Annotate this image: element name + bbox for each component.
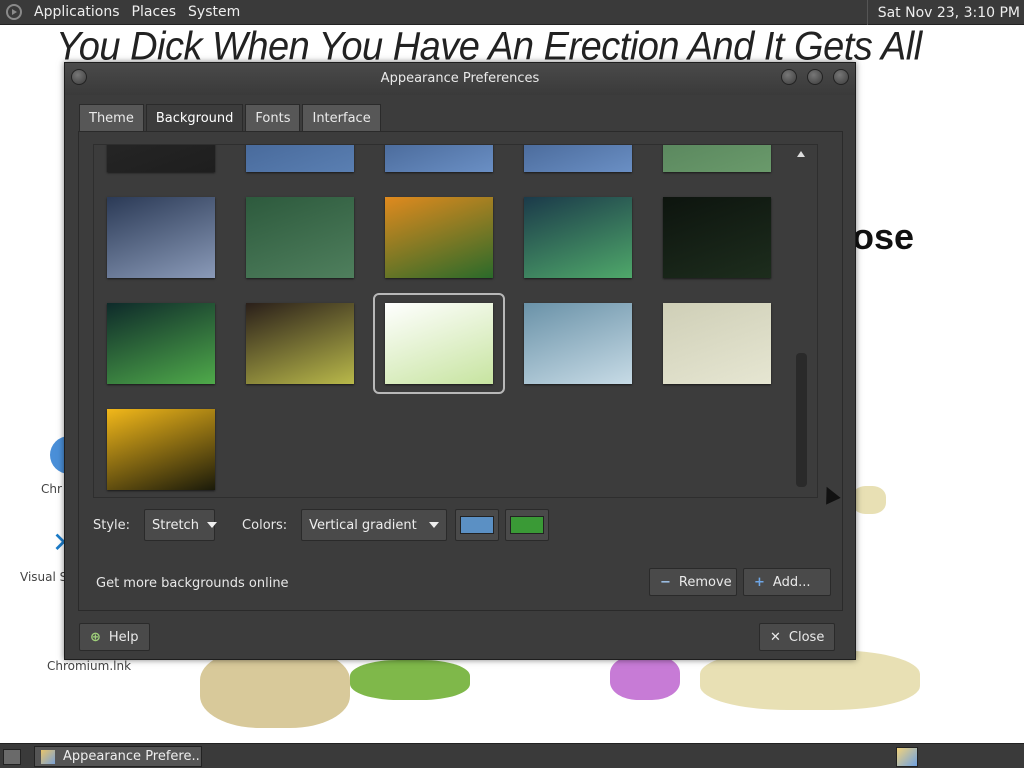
- background-thumbnail-dark-forest[interactable]: [663, 197, 771, 278]
- plus-icon: +: [754, 574, 765, 590]
- secondary-color-swatch: [510, 516, 545, 534]
- add-button-label: Add...: [772, 574, 811, 590]
- workspace-switcher-icon[interactable]: [896, 747, 918, 767]
- chevron-down-icon: [206, 522, 217, 528]
- gallery-scrollbar[interactable]: [795, 151, 807, 497]
- style-colors-row: Style: Stretch Colors: Vertical gradient: [93, 508, 833, 542]
- style-dropdown[interactable]: Stretch: [144, 509, 217, 541]
- background-blob-olive: [200, 648, 350, 728]
- background-thumbnail-blue-swirl[interactable]: [524, 303, 632, 384]
- distro-logo-icon[interactable]: [6, 4, 22, 20]
- places-menu[interactable]: Places: [126, 4, 183, 20]
- window-title: Appearance Preferences: [380, 71, 540, 86]
- close-icon: ✕: [770, 629, 781, 645]
- applications-menu[interactable]: Applications: [28, 4, 126, 20]
- panel-menu-bar: Applications Places System: [0, 0, 252, 24]
- minus-icon: −: [660, 574, 671, 590]
- gallery-actions-row: Get more backgrounds online − Remove + A…: [93, 568, 833, 600]
- secondary-color-button[interactable]: [505, 509, 550, 541]
- close-button[interactable]: ✕ Close: [759, 623, 836, 651]
- background-tab-panel: Style: Stretch Colors: Vertical gradient…: [78, 131, 843, 611]
- window-close-icon[interactable]: [833, 69, 849, 85]
- desktop-icon-label-chromium[interactable]: Chr: [41, 482, 62, 496]
- desktop-background-text-right: ose: [852, 216, 915, 257]
- style-label: Style:: [93, 517, 131, 533]
- background-thumbnail-green-curtain[interactable]: [246, 197, 354, 278]
- background-blob-purple: [610, 655, 680, 700]
- remove-button-label: Remove: [678, 574, 732, 590]
- top-panel: Applications Places System Sat Nov 23, 3…: [0, 0, 1024, 25]
- background-thumbnail-blue-crystals-partial[interactable]: [246, 145, 354, 172]
- background-thumbnail-beige-sand[interactable]: [663, 303, 771, 384]
- scrollbar-thumb[interactable]: [796, 353, 807, 487]
- chevron-down-icon: [429, 522, 440, 528]
- add-button[interactable]: + Add...: [743, 568, 831, 596]
- background-thumbnail-blue-crystals-partial-3[interactable]: [524, 145, 632, 172]
- primary-color-button[interactable]: [455, 509, 500, 541]
- tab-background[interactable]: Background: [145, 104, 244, 131]
- tab-fonts[interactable]: Fonts: [245, 104, 301, 131]
- maximize-icon[interactable]: [807, 69, 823, 85]
- system-menu[interactable]: System: [182, 4, 246, 20]
- get-more-backgrounds-link[interactable]: Get more backgrounds online: [96, 576, 289, 591]
- tab-interface[interactable]: Interface: [302, 104, 381, 131]
- show-desktop-icon[interactable]: [3, 749, 21, 765]
- help-lifebuoy-icon: ⊕: [90, 629, 101, 645]
- background-thumbnail-yellow-flower[interactable]: [107, 409, 215, 490]
- background-thumbnail-stormy-sea[interactable]: [107, 197, 215, 278]
- remove-button[interactable]: − Remove: [649, 568, 737, 596]
- appearance-app-icon: [41, 749, 55, 764]
- background-thumbnail-aurora-yellow[interactable]: [246, 303, 354, 384]
- window-titlebar[interactable]: Appearance Preferences: [65, 63, 855, 95]
- background-thumbnail-aurora-green[interactable]: [107, 303, 215, 384]
- tab-bar: Theme Background Fonts Interface: [79, 104, 383, 131]
- colors-label: Colors:: [242, 517, 288, 533]
- minimize-icon[interactable]: [781, 69, 797, 85]
- scroll-up-icon[interactable]: [797, 151, 805, 157]
- background-blob-green: [350, 660, 470, 700]
- desktop-icon-label-visual-studio[interactable]: Visual S: [20, 570, 67, 584]
- help-button-label: Help: [108, 629, 139, 645]
- taskbar-window-label: Appearance Prefere...: [63, 749, 202, 764]
- desktop-icon-label-chromium-lnk[interactable]: Chromium.lnk: [47, 659, 131, 673]
- background-thumbnail-dark-gray[interactable]: [107, 145, 215, 172]
- appearance-preferences-window: Appearance Preferences Theme Background …: [64, 62, 856, 660]
- tab-theme[interactable]: Theme: [79, 104, 144, 131]
- colors-dropdown[interactable]: Vertical gradient: [301, 509, 448, 541]
- background-thumbnail-blue-crystals-partial-2[interactable]: [385, 145, 493, 172]
- help-button[interactable]: ⊕ Help: [79, 623, 150, 651]
- style-dropdown-value: Stretch: [152, 517, 199, 533]
- bottom-taskbar: Appearance Prefere...: [0, 743, 1024, 768]
- background-thumbnail-green-field-partial[interactable]: [663, 145, 771, 172]
- primary-color-swatch: [460, 516, 495, 534]
- background-thumbnail-aurora-blue[interactable]: [524, 197, 632, 278]
- background-thumbnail-document-preview[interactable]: [373, 293, 505, 394]
- background-blob-beige-right: [852, 486, 886, 514]
- colors-dropdown-value: Vertical gradient: [309, 517, 417, 533]
- background-thumbnail-dandelion-orange[interactable]: [385, 197, 493, 278]
- taskbar-window-button[interactable]: Appearance Prefere...: [34, 746, 202, 767]
- panel-clock[interactable]: Sat Nov 23, 3:10 PM: [866, 0, 1020, 25]
- close-button-label: Close: [788, 629, 825, 645]
- background-gallery[interactable]: [93, 144, 818, 498]
